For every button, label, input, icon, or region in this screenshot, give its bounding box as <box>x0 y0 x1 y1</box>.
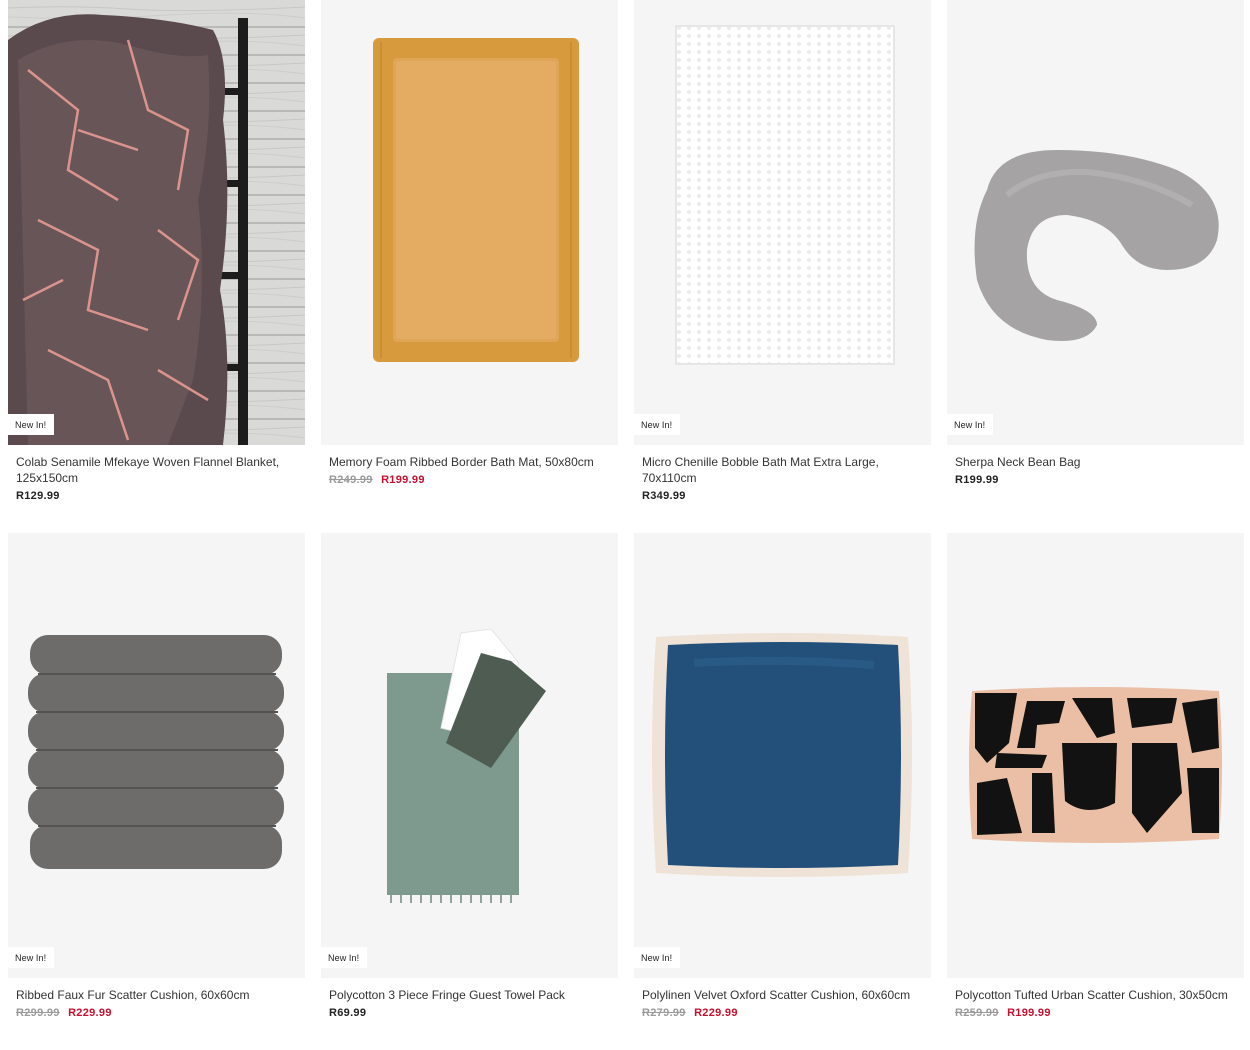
sale-price: R199.99 <box>1007 1007 1051 1019</box>
price-block: R69.99 <box>329 1007 610 1019</box>
product-image[interactable]: New In! <box>634 533 931 978</box>
new-in-badge: New In! <box>634 414 681 435</box>
price-block: R349.99 <box>642 490 923 502</box>
price-block: R199.99 <box>955 474 1236 486</box>
original-price: R299.99 <box>16 1007 60 1019</box>
product-image[interactable]: New In! <box>8 533 305 978</box>
product-image[interactable]: New In! <box>8 0 305 445</box>
original-price: R259.99 <box>955 1007 999 1019</box>
product-name[interactable]: Polycotton Tufted Urban Scatter Cushion,… <box>955 987 1236 1003</box>
product-card[interactable]: New In! Polycotton 3 Piece Fringe Guest … <box>321 533 618 1019</box>
product-card[interactable]: Polycotton Tufted Urban Scatter Cushion,… <box>947 533 1244 1019</box>
product-card[interactable]: New In! Micro Chenille Bobble Bath Mat E… <box>634 0 931 502</box>
product-name[interactable]: Colab Senamile Mfekaye Woven Flannel Bla… <box>16 454 297 486</box>
original-price: R249.99 <box>329 474 373 486</box>
product-card[interactable]: New In! Sherpa Neck Bean Bag R199.99 <box>947 0 1244 502</box>
new-in-badge: New In! <box>8 414 55 435</box>
product-card[interactable]: Memory Foam Ribbed Border Bath Mat, 50x8… <box>321 0 618 502</box>
product-name[interactable]: Micro Chenille Bobble Bath Mat Extra Lar… <box>642 454 923 486</box>
original-price: R279.99 <box>642 1007 686 1019</box>
product-image[interactable] <box>321 0 618 445</box>
price-block: R259.99 R199.99 <box>955 1007 1236 1019</box>
product-name[interactable]: Ribbed Faux Fur Scatter Cushion, 60x60cm <box>16 987 297 1003</box>
product-card[interactable]: New In! Polylinen Velvet Oxford Scatter … <box>634 533 931 1019</box>
price-block: R129.99 <box>16 490 297 502</box>
sale-price: R229.99 <box>694 1007 738 1019</box>
sale-price: R229.99 <box>68 1007 112 1019</box>
product-name[interactable]: Polylinen Velvet Oxford Scatter Cushion,… <box>642 987 923 1003</box>
product-price: R199.99 <box>955 474 999 486</box>
product-price: R69.99 <box>329 1007 367 1019</box>
product-grid-row-2: New In! Ribbed Faux Fur Scatter Cushion,… <box>8 533 1244 1019</box>
price-block: R299.99 R229.99 <box>16 1007 297 1019</box>
product-image[interactable]: New In! <box>947 0 1244 445</box>
product-name[interactable]: Polycotton 3 Piece Fringe Guest Towel Pa… <box>329 987 610 1003</box>
product-card[interactable]: New In! Colab Senamile Mfekaye Woven Fla… <box>8 0 305 502</box>
product-image[interactable] <box>947 533 1244 978</box>
new-in-badge: New In! <box>634 947 681 968</box>
product-name[interactable]: Memory Foam Ribbed Border Bath Mat, 50x8… <box>329 454 610 470</box>
product-image[interactable]: New In! <box>321 533 618 978</box>
product-grid-row-1: New In! Colab Senamile Mfekaye Woven Fla… <box>8 0 1244 502</box>
product-card[interactable]: New In! Ribbed Faux Fur Scatter Cushion,… <box>8 533 305 1019</box>
product-price: R349.99 <box>642 490 686 502</box>
product-price: R129.99 <box>16 490 60 502</box>
new-in-badge: New In! <box>947 414 994 435</box>
product-image[interactable]: New In! <box>634 0 931 445</box>
price-block: R249.99 R199.99 <box>329 474 610 486</box>
price-block: R279.99 R229.99 <box>642 1007 923 1019</box>
new-in-badge: New In! <box>8 947 55 968</box>
new-in-badge: New In! <box>321 947 368 968</box>
sale-price: R199.99 <box>381 474 425 486</box>
product-name[interactable]: Sherpa Neck Bean Bag <box>955 454 1236 470</box>
